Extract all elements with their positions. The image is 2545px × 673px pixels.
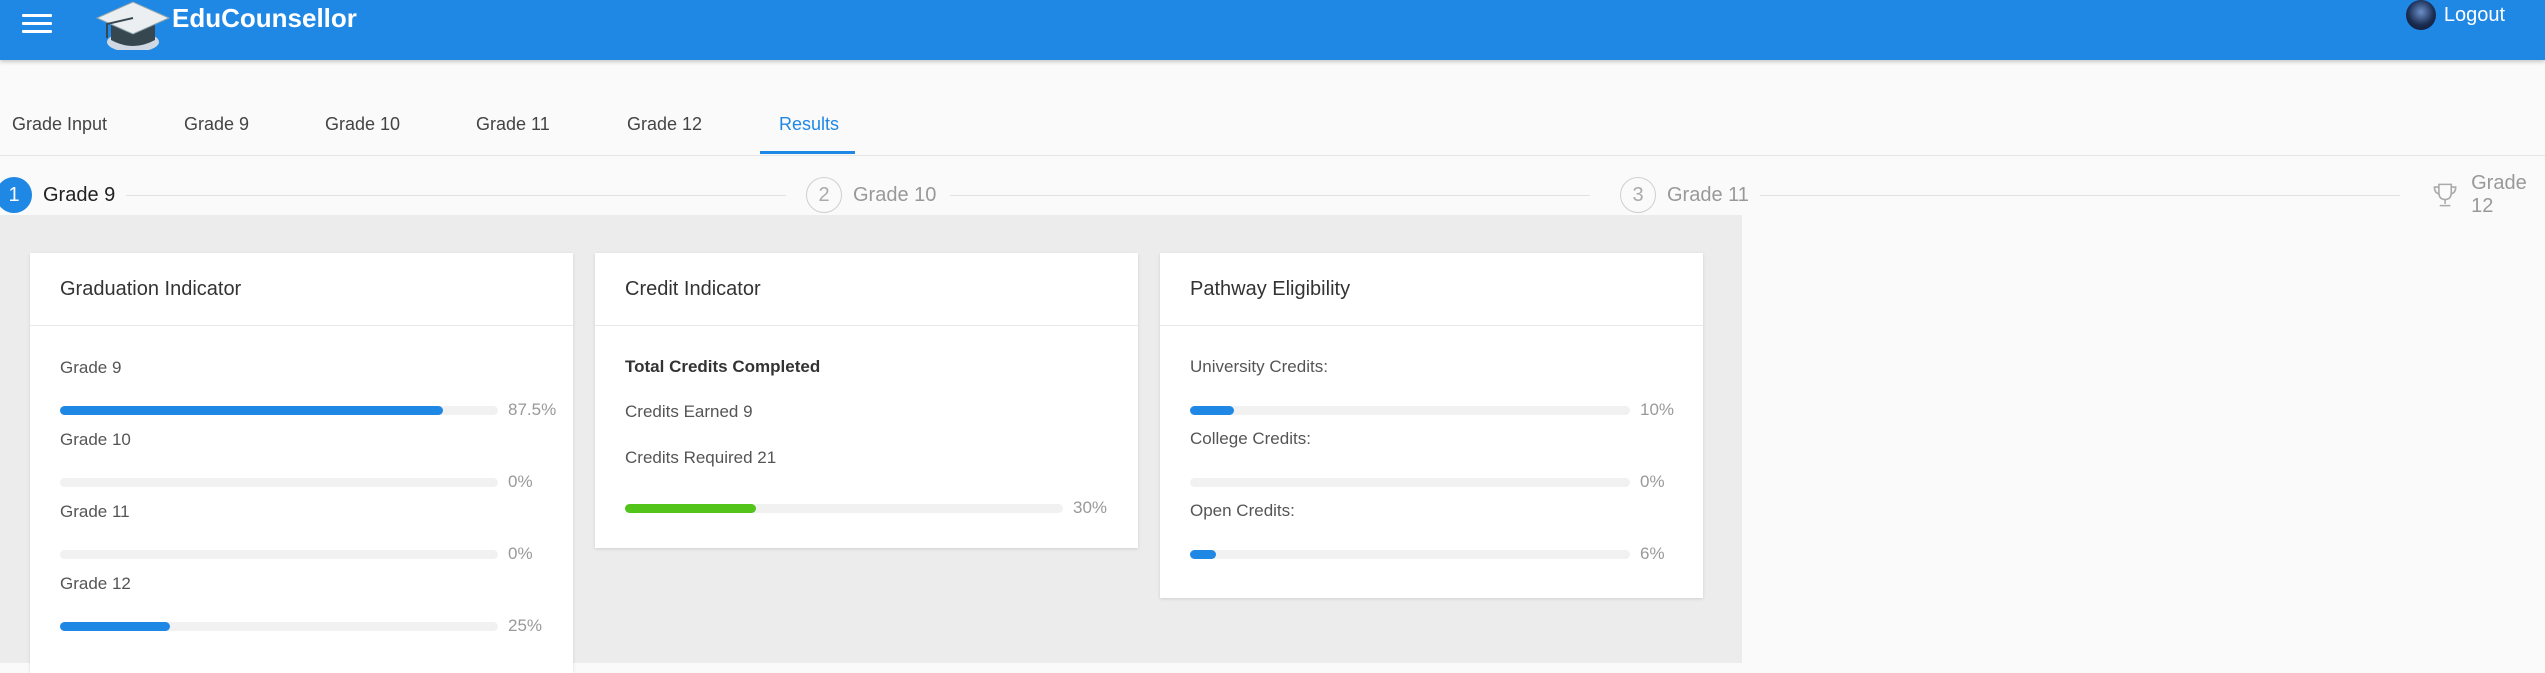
college-credits-label: College Credits: <box>1190 429 1311 448</box>
logout-label: Logout <box>2443 3 2505 26</box>
step-grade-10[interactable]: 2 Grade 10 <box>806 175 936 215</box>
step-label: Grade 10 <box>853 183 937 206</box>
step-connector <box>950 195 1590 196</box>
trophy-icon <box>2433 183 2457 207</box>
step-label: Grade 12 <box>2471 172 2527 217</box>
grade-12-progress <box>60 622 498 631</box>
tab-grade-9[interactable]: Grade 9 <box>184 114 249 135</box>
grade-9-percent: 87.5% <box>508 400 557 419</box>
tab-grade-10[interactable]: Grade 10 <box>325 114 400 135</box>
card-title: Graduation Indicator <box>30 253 573 326</box>
card-title: Pathway Eligibility <box>1160 253 1703 326</box>
tab-grade-12[interactable]: Grade 12 <box>627 114 702 135</box>
step-grade-12[interactable]: Grade 12 <box>2430 172 2545 217</box>
tab-grade-input[interactable]: Grade Input <box>12 114 107 135</box>
step-connector <box>1760 195 2400 196</box>
card-title: Credit Indicator <box>595 253 1138 326</box>
step-label: Grade 11 <box>1667 183 1749 206</box>
credits-progress <box>625 504 1063 513</box>
college-credits-progress <box>1190 478 1630 487</box>
pathway-eligibility-card: Pathway Eligibility University Credits: … <box>1160 253 1703 598</box>
step-number: 3 <box>1620 177 1656 213</box>
step-grade-9[interactable]: 1 Grade 9 <box>0 175 115 215</box>
step-label: Grade 9 <box>43 183 116 206</box>
grade-11-percent: 0% <box>508 544 533 563</box>
app-header: EduCounsellor Logout <box>0 0 2545 60</box>
open-credits-label: Open Credits: <box>1190 501 1295 520</box>
step-grade-11[interactable]: 3 Grade 11 <box>1620 175 1749 215</box>
open-credits-percent: 6% <box>1640 544 1665 563</box>
brand-title: EduCounsellor <box>172 3 357 33</box>
grade-9-progress <box>60 406 498 415</box>
university-credits-percent: 10% <box>1640 400 1675 419</box>
credit-indicator-card: Credit Indicator Total Credits Completed… <box>595 253 1138 548</box>
university-credits-label: University Credits: <box>1190 357 1328 376</box>
logout-button[interactable]: Logout <box>2405 0 2505 30</box>
credits-required: Credits Required 21 <box>625 448 777 467</box>
total-credits-label: Total Credits Completed <box>625 357 821 376</box>
grade-11-label: Grade 11 <box>60 502 130 521</box>
step-connector <box>126 195 786 196</box>
graduation-cap-icon <box>95 1 170 50</box>
menu-icon[interactable] <box>22 10 52 33</box>
tab-grade-11[interactable]: Grade 11 <box>476 114 550 135</box>
grade-12-percent: 25% <box>508 616 543 635</box>
college-credits-percent: 0% <box>1640 472 1665 491</box>
open-credits-progress <box>1190 550 1630 559</box>
tab-results[interactable]: Results <box>779 114 839 135</box>
grade-10-percent: 0% <box>508 472 533 491</box>
university-credits-progress <box>1190 406 1630 415</box>
credits-earned: Credits Earned 9 <box>625 402 753 421</box>
results-panel: Graduation Indicator Grade 9 87.5% Grade… <box>0 215 1742 673</box>
grade-11-progress <box>60 550 498 559</box>
active-tab-indicator <box>760 151 855 154</box>
grade-10-progress <box>60 478 498 487</box>
user-avatar <box>2405 0 2436 30</box>
credits-percent: 30% <box>1073 498 1108 517</box>
grade-9-label: Grade 9 <box>60 358 122 377</box>
grade-10-label: Grade 10 <box>60 430 131 449</box>
step-number: 2 <box>806 177 842 213</box>
step-number: 1 <box>0 177 32 213</box>
graduation-indicator-card: Graduation Indicator Grade 9 87.5% Grade… <box>30 253 573 673</box>
grade-12-label: Grade 12 <box>60 574 131 593</box>
grade-tabs: Grade Input Grade 9 Grade 10 Grade 11 Gr… <box>0 100 2545 156</box>
